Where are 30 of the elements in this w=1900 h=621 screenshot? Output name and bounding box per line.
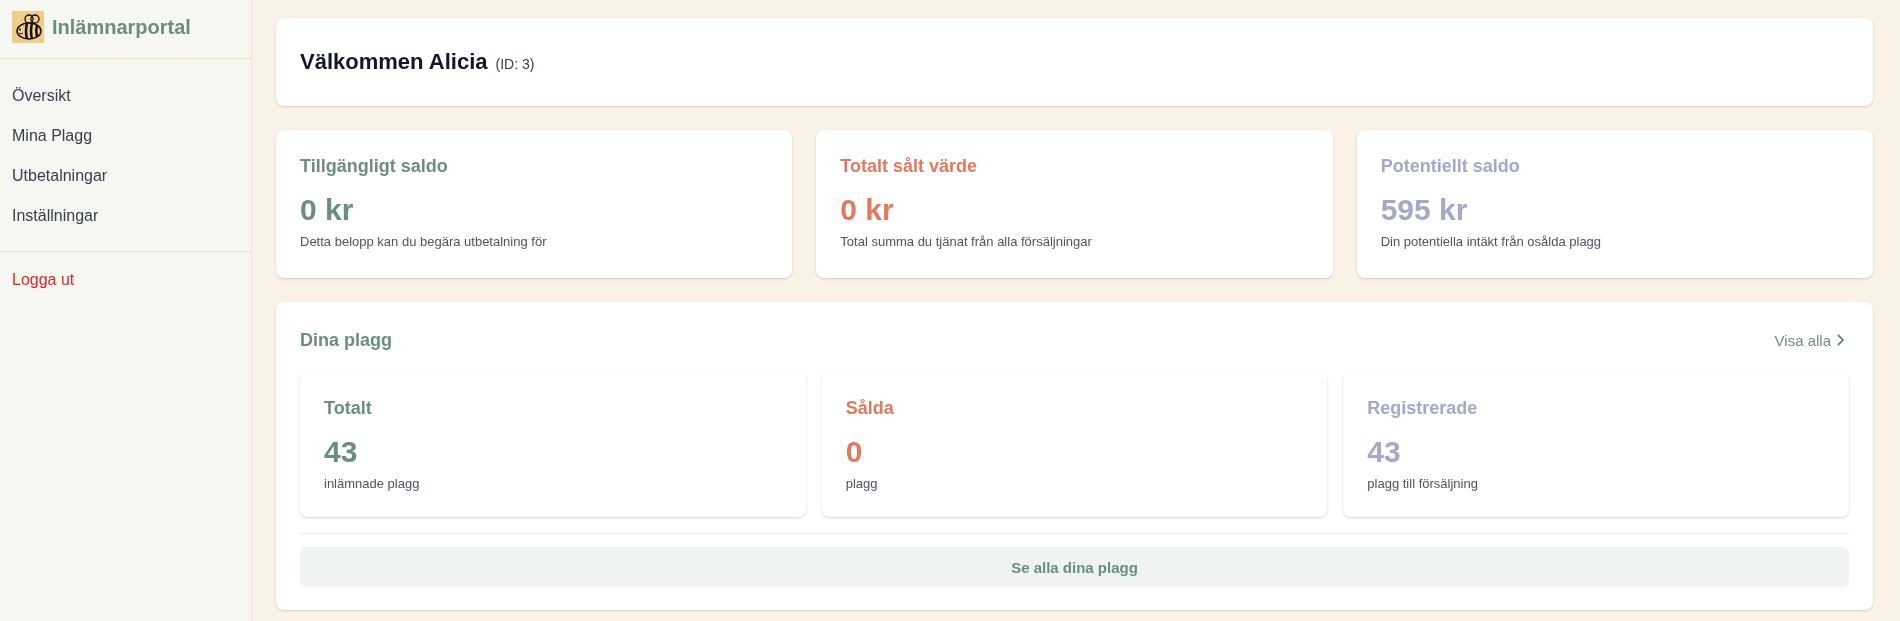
brand-title: Inlämnarportal [52, 15, 191, 39]
nav-item[interactable]: Utbetalningar [0, 156, 251, 196]
stat-title: Totalt sålt värde [840, 155, 979, 178]
stat-description: Total summa du tjänat från alla försäljningar [840, 233, 1093, 251]
section-title: Dina plagg [300, 329, 392, 351]
logout-link[interactable]: Logga ut [0, 268, 251, 292]
garment-stat-title: Registrerade [1367, 397, 1479, 420]
nav-item[interactable]: Inställningar [0, 196, 251, 236]
welcome-title: Välkommen Alicia [300, 49, 488, 75]
garment-stat-value: 0 [845, 434, 864, 470]
nav-item[interactable]: Mina Plagg [0, 116, 251, 156]
garment-stat-description: plagg [845, 475, 879, 493]
garment-stat-value: 43 [324, 434, 359, 470]
user-id-label: (ID: 3) [495, 55, 535, 72]
stat-title: Potentiellt saldo [1380, 155, 1521, 178]
view-all-link[interactable]: Visa alla [1774, 331, 1849, 349]
stat-value: 0 kr [840, 192, 895, 228]
stat-value: 595 kr [1380, 192, 1469, 228]
stat-description: Detta belopp kan du begära utbetalning för [300, 233, 548, 251]
stat-title: Tillgängligt saldo [300, 155, 449, 178]
stat-value: 0 kr [300, 192, 355, 228]
garment-stat-title: Totalt [324, 397, 373, 420]
garment-stat-description: plagg till försäljning [1367, 475, 1479, 493]
garment-stat-title: Sålda [845, 397, 895, 420]
nav-item[interactable]: Översikt [0, 76, 251, 116]
garment-stat-value: 43 [1367, 434, 1402, 470]
stat-description: Din potentiella intäkt från osålda plagg [1380, 233, 1603, 251]
bee-icon [12, 11, 44, 43]
garment-stat-description: inlämnade plagg [324, 475, 421, 493]
chevron-right-icon [1837, 334, 1845, 346]
